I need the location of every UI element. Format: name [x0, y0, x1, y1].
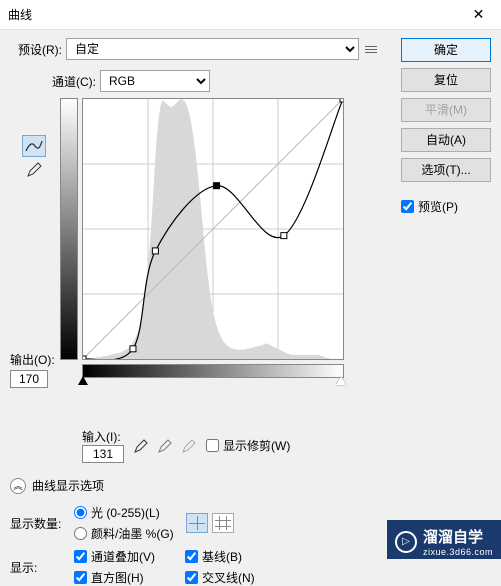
watermark-logo-icon: ▷: [395, 531, 417, 553]
curve-icon: [25, 139, 43, 153]
input-field[interactable]: [82, 445, 124, 463]
smooth-button: 平滑(M): [401, 98, 491, 122]
white-point-slider[interactable]: [336, 376, 346, 385]
vertical-gradient: [60, 98, 78, 360]
curve-path: [83, 99, 343, 359]
check-baseline[interactable]: 基线(B): [185, 548, 255, 565]
output-label: 输出(O):: [10, 351, 58, 368]
preset-select[interactable]: 自定: [66, 38, 359, 60]
curve-tool-button[interactable]: [22, 135, 46, 157]
disclosure-button[interactable]: ︽: [10, 478, 26, 494]
curve-canvas[interactable]: [82, 98, 344, 360]
output-field[interactable]: [10, 370, 48, 388]
horizontal-gradient: [82, 364, 344, 378]
amount-label: 显示数量:: [10, 515, 68, 532]
pencil-icon: [26, 162, 42, 178]
input-label: 输入(I):: [82, 428, 124, 445]
channel-label: 通道(C):: [52, 73, 96, 90]
radio-light[interactable]: 光 (0-255)(L): [74, 504, 174, 521]
disclosure-label: 曲线显示选项: [32, 477, 104, 494]
black-point-slider[interactable]: [78, 376, 88, 385]
check-histogram[interactable]: 直方图(H): [74, 569, 155, 586]
channel-select[interactable]: RGB: [100, 70, 210, 92]
radio-pigment[interactable]: 颜料/油墨 %(G): [74, 525, 174, 542]
preview-checkbox[interactable]: 预览(P): [401, 198, 491, 215]
options-button[interactable]: 选项(T)...: [401, 158, 491, 182]
reset-button[interactable]: 复位: [401, 68, 491, 92]
window-title: 曲线: [8, 6, 456, 23]
preset-menu-icon[interactable]: [363, 40, 381, 58]
eyedropper-black-icon[interactable]: [132, 437, 150, 455]
show-clipping-checkbox[interactable]: 显示修剪(W): [206, 437, 290, 454]
auto-button[interactable]: 自动(A): [401, 128, 491, 152]
watermark: ▷ 溜溜自学 zixue.3d66.com: [387, 520, 501, 559]
close-button[interactable]: ✕: [456, 0, 501, 29]
pencil-tool-button[interactable]: [22, 159, 46, 181]
eyedropper-gray-icon[interactable]: [156, 437, 174, 455]
check-overlay[interactable]: 通道叠加(V): [74, 548, 155, 565]
check-intersection[interactable]: 交叉线(N): [185, 569, 255, 586]
ok-button[interactable]: 确定: [401, 38, 491, 62]
eyedropper-white-icon[interactable]: [180, 437, 198, 455]
grid-coarse-button[interactable]: [186, 513, 208, 533]
grid-fine-button[interactable]: [212, 513, 234, 533]
preset-label: 预设(R):: [10, 41, 62, 58]
